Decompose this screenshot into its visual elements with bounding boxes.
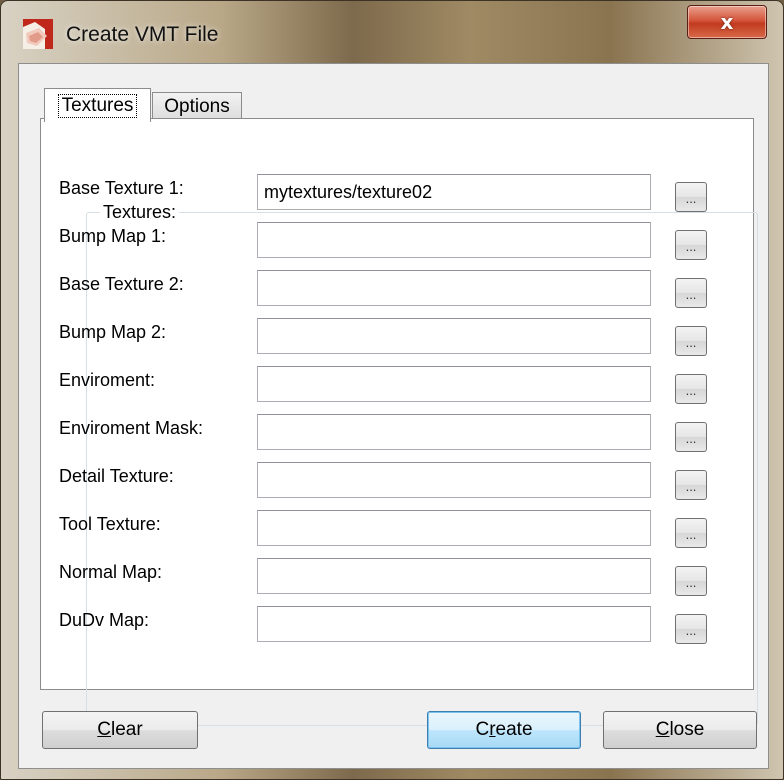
field-label: Bump Map 1: bbox=[59, 226, 167, 246]
field-row-base-texture-1: Base Texture 1: ... bbox=[19, 174, 731, 214]
browse-button[interactable]: ... bbox=[675, 230, 707, 260]
browse-button[interactable]: ... bbox=[675, 566, 707, 596]
browse-button[interactable]: ... bbox=[675, 374, 707, 404]
close-label-rest: lose bbox=[669, 719, 705, 740]
tab-textures-label: Textures bbox=[57, 93, 138, 118]
browse-button[interactable]: ... bbox=[675, 470, 707, 500]
app-icon bbox=[23, 19, 53, 49]
field-row-normal-map: Normal Map: ... bbox=[19, 558, 731, 598]
enviroment-input[interactable] bbox=[257, 366, 651, 402]
field-label: DuDv Map: bbox=[59, 610, 150, 630]
field-label: Bump Map 2: bbox=[59, 322, 167, 342]
field-label: Enviroment: bbox=[59, 370, 156, 390]
close-icon: x bbox=[720, 10, 734, 34]
browse-button[interactable]: ... bbox=[675, 278, 707, 308]
dialog-window: Create VMT File x Textures Options Textu… bbox=[0, 0, 784, 780]
create-label-rest: eate bbox=[495, 719, 533, 740]
browse-button[interactable]: ... bbox=[675, 518, 707, 548]
field-row-dudv-map: DuDv Map: ... bbox=[19, 606, 731, 646]
field-row-detail-texture: Detail Texture: ... bbox=[19, 462, 731, 502]
browse-button[interactable]: ... bbox=[675, 422, 707, 452]
bump-map-1-input[interactable] bbox=[257, 222, 651, 258]
clear-label-rest: lear bbox=[111, 719, 143, 740]
base-texture-1-input[interactable] bbox=[257, 174, 651, 210]
browse-button[interactable]: ... bbox=[675, 614, 707, 644]
field-row-tool-texture: Tool Texture: ... bbox=[19, 510, 731, 550]
field-label: Base Texture 2: bbox=[59, 274, 184, 294]
clear-button[interactable]: Clear bbox=[42, 711, 198, 749]
close-button[interactable]: Close bbox=[603, 711, 757, 749]
enviroment-mask-input[interactable] bbox=[257, 414, 651, 450]
bump-map-2-input[interactable] bbox=[257, 318, 651, 354]
dudv-map-input[interactable] bbox=[257, 606, 651, 642]
window-title: Create VMT File bbox=[66, 23, 219, 46]
field-row-bump-map-1: Bump Map 1: ... bbox=[19, 222, 731, 262]
browse-button[interactable]: ... bbox=[675, 326, 707, 356]
field-label: Normal Map: bbox=[59, 562, 163, 582]
tab-options-label: Options bbox=[164, 96, 230, 117]
normal-map-input[interactable] bbox=[257, 558, 651, 594]
browse-button[interactable]: ... bbox=[675, 182, 707, 212]
field-row-enviroment: Enviroment: ... bbox=[19, 366, 731, 406]
field-row-enviroment-mask: Enviroment Mask: ... bbox=[19, 414, 731, 454]
tool-texture-input[interactable] bbox=[257, 510, 651, 546]
base-texture-2-input[interactable] bbox=[257, 270, 651, 306]
field-label: Enviroment Mask: bbox=[59, 418, 204, 438]
dialog-client-area: Textures Options Textures: Base Texture … bbox=[18, 63, 769, 769]
create-button[interactable]: Cr eate bbox=[427, 711, 581, 749]
tab-options[interactable]: Options bbox=[152, 92, 242, 121]
tab-textures[interactable]: Textures bbox=[44, 88, 151, 122]
field-row-base-texture-2: Base Texture 2: ... bbox=[19, 270, 731, 310]
field-label: Detail Texture: bbox=[59, 466, 174, 486]
detail-texture-input[interactable] bbox=[257, 462, 651, 498]
close-mnemonic: C bbox=[655, 719, 670, 740]
clear-mnemonic: C bbox=[97, 719, 112, 740]
field-row-bump-map-2: Bump Map 2: ... bbox=[19, 318, 731, 358]
field-label: Tool Texture: bbox=[59, 514, 161, 534]
field-label: Base Texture 1: bbox=[59, 178, 184, 198]
create-label-pre: C bbox=[475, 719, 490, 740]
title-bar[interactable]: Create VMT File x bbox=[1, 1, 783, 63]
close-window-button[interactable]: x bbox=[687, 5, 767, 39]
